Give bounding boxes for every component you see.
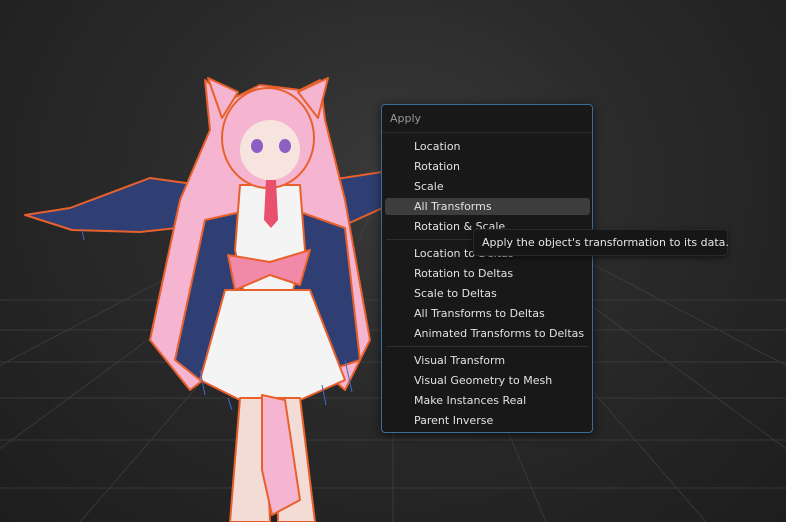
face xyxy=(240,120,300,180)
menu-item-all-transforms[interactable]: All Transforms xyxy=(385,198,590,215)
menu-item-scale[interactable]: Scale xyxy=(385,178,590,195)
menu-separator xyxy=(386,346,589,347)
menu-title: Apply xyxy=(390,112,422,125)
menu-item-make-instances-real[interactable]: Make Instances Real xyxy=(385,392,590,409)
menu-item-rotation-to-deltas[interactable]: Rotation to Deltas xyxy=(385,265,590,282)
menu-item-all-transforms-to-deltas[interactable]: All Transforms to Deltas xyxy=(385,305,590,322)
menu-item-rotation[interactable]: Rotation xyxy=(385,158,590,175)
tie xyxy=(264,180,278,228)
menu-item-animated-transforms-to-deltas[interactable]: Animated Transforms to Deltas xyxy=(385,325,590,342)
menu-item-visual-geometry-to-mesh[interactable]: Visual Geometry to Mesh xyxy=(385,372,590,389)
menu-item-location[interactable]: Location xyxy=(385,138,590,155)
menu-item-visual-transform[interactable]: Visual Transform xyxy=(385,352,590,369)
menu-item-scale-to-deltas[interactable]: Scale to Deltas xyxy=(385,285,590,302)
apply-menu: Apply Location Rotation Scale All Transf… xyxy=(381,104,593,433)
menu-divider xyxy=(382,132,592,133)
menu-item-parent-inverse[interactable]: Parent Inverse xyxy=(385,412,590,429)
tooltip: Apply the object's transformation to its… xyxy=(473,229,729,256)
